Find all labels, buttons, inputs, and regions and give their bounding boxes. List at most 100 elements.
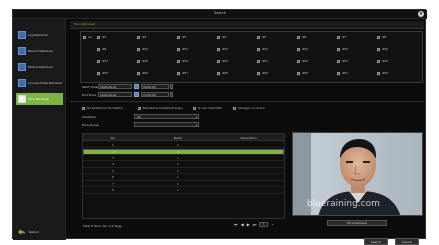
filter-blacklist[interactable]: Blacklist and watch/stranger — [138, 106, 183, 110]
channel-checkbox[interactable]: IP20 — [217, 59, 228, 63]
filter-stranger[interactable]: Stranger on record — [233, 106, 264, 110]
table-row[interactable]: 21 — [83, 148, 284, 155]
channel-checkbox[interactable]: IP21 — [257, 59, 268, 63]
end-time-field[interactable]: 23:59:59 — [141, 92, 169, 97]
start-time-spinner[interactable] — [170, 84, 173, 89]
channel-checkbox[interactable]: IP3 — [177, 35, 186, 39]
channel-checkbox[interactable]: IP29 — [257, 71, 268, 75]
watermark-text: blueraining.com — [307, 199, 380, 209]
channel-checkbox[interactable]: IP6 — [297, 35, 306, 39]
end-date-field[interactable]: 2018-06-20 — [98, 92, 132, 97]
channel-checkbox[interactable]: IP14 — [297, 47, 308, 51]
channel-checkbox[interactable]: IP1 — [97, 35, 106, 39]
channel-checkbox[interactable]: IP13 — [257, 47, 268, 51]
checkbox-box — [377, 47, 380, 51]
last-page-icon[interactable]: ⏭ — [253, 222, 257, 227]
checkbox-box — [337, 47, 340, 51]
checkbox-label: IP21 — [262, 59, 269, 63]
divider — [70, 101, 424, 102]
channel-checkbox[interactable]: IP12 — [217, 47, 228, 51]
table-cell-no: 1 — [112, 143, 114, 147]
go-page-icon[interactable]: › — [271, 222, 273, 227]
sidebar-item-record-retrieval[interactable]: Record Retrieval — [16, 45, 63, 57]
checkbox-label: IP24 — [382, 59, 389, 63]
start-date-field[interactable]: 2018-06-20 — [98, 84, 132, 89]
channel-checkbox[interactable]: IP22 — [297, 59, 308, 63]
sidebar-item-log-retrieval[interactable]: Log Retrieval — [16, 29, 63, 41]
channel-checkbox[interactable]: IP10 — [137, 47, 148, 51]
filter-no-additional-info[interactable]: No additional information — [82, 106, 123, 110]
checkbox-label: IP2 — [142, 35, 147, 39]
calendar-icon[interactable] — [134, 84, 139, 89]
checkbox-label: No additional information — [87, 106, 123, 110]
channel-checkbox[interactable]: IP30 — [297, 71, 308, 75]
channel-checkbox[interactable]: IP32 — [377, 71, 388, 75]
channel-checkbox[interactable]: IP15 — [337, 47, 348, 51]
channel-checkbox[interactable]: IP2 — [137, 35, 146, 39]
table-row[interactable]: 81 — [83, 188, 284, 194]
cancel-button[interactable]: Cancel — [395, 238, 419, 245]
face-group-select[interactable]: ▾ — [134, 122, 199, 127]
checkbox-label: IP22 — [302, 59, 309, 63]
filter-over-mismatch[interactable]: Is over mismatch — [193, 106, 222, 110]
checkbox-box — [337, 71, 340, 75]
channel-checkbox[interactable]: IP31 — [337, 71, 348, 75]
channel-checkbox[interactable]: IP26 — [137, 71, 148, 75]
channel-checkbox[interactable]: IP8 — [377, 35, 386, 39]
channel-checkbox[interactable]: IP28 — [217, 71, 228, 75]
search-button[interactable]: Search — [364, 238, 388, 245]
window-title: Search — [213, 11, 227, 15]
return-button[interactable]: Return — [16, 227, 63, 236]
channel-checkbox[interactable]: IP24 — [377, 59, 388, 63]
channel-checkbox[interactable]: IP18 — [137, 59, 148, 63]
checkbox-label: IP7 — [342, 35, 347, 39]
channel-checkbox[interactable]: IP16 — [377, 47, 388, 51]
table-row[interactable]: 41 — [83, 162, 284, 168]
channel-checkbox[interactable]: IP17 — [97, 59, 108, 63]
channel-checkbox[interactable]: IP9 — [97, 47, 106, 51]
face-preview-image: blueraining.com — [292, 132, 423, 216]
prev-page-icon[interactable]: ◀ — [241, 222, 244, 227]
checkbox-label: IP8 — [382, 35, 387, 39]
start-time-field[interactable]: 00:00:00 — [141, 84, 169, 89]
sidebar-item-picture-retrieval[interactable]: Picture Retrieval — [16, 61, 63, 73]
table-row[interactable]: 11 — [83, 142, 284, 148]
channel-checkbox[interactable]: IP27 — [177, 71, 188, 75]
checkbox-box — [97, 35, 100, 39]
checkbox-box — [137, 35, 140, 39]
checkbox-box — [177, 47, 180, 51]
table-cell-no: 8 — [112, 189, 114, 192]
checkbox-box — [337, 59, 340, 63]
channel-checkbox[interactable]: IP23 — [337, 59, 348, 63]
channel-all-checkbox[interactable]: All — [83, 35, 91, 39]
checkbox-label: IP16 — [382, 47, 389, 51]
sidebar-item-license-plate-retrieval[interactable]: License Plate Retrieval — [16, 77, 63, 89]
end-time-spinner[interactable] — [170, 92, 173, 97]
table-cell-name: 1 — [177, 163, 179, 166]
end-time-label: End Time — [82, 93, 96, 97]
checkbox-box — [82, 106, 85, 110]
checkbox-label: All — [88, 35, 92, 39]
next-page-icon[interactable]: ▶ — [247, 222, 250, 227]
sidebar-item-face-retrieval[interactable]: Face Retrieval — [16, 93, 63, 105]
channel-checkbox[interactable]: IP7 — [337, 35, 346, 39]
page-number-input[interactable]: 1 — [259, 222, 269, 227]
checkbox-box — [177, 35, 180, 39]
table-row[interactable]: 71 — [83, 181, 284, 187]
calendar-icon[interactable] — [134, 92, 139, 97]
similarity-select[interactable]: 60 ▾ — [134, 114, 199, 119]
table-row[interactable]: 31 — [83, 155, 284, 161]
channel-checkbox[interactable]: IP11 — [177, 47, 188, 51]
sidebar-item-label: Log Retrieval — [28, 33, 48, 37]
channel-checkbox[interactable]: IP5 — [257, 35, 266, 39]
table-row[interactable]: 51 — [83, 168, 284, 174]
first-page-icon[interactable]: ⏮ — [234, 222, 238, 227]
checkbox-box — [177, 71, 180, 75]
table-row[interactable]: 61 — [83, 175, 284, 181]
channel-checkbox[interactable]: IP25 — [97, 71, 108, 75]
close-icon[interactable]: × — [418, 11, 424, 17]
channel-checkbox[interactable]: IP4 — [217, 35, 226, 39]
checkbox-box — [177, 59, 180, 63]
chevron-down-icon: ▾ — [195, 116, 197, 119]
channel-checkbox[interactable]: IP19 — [177, 59, 188, 63]
